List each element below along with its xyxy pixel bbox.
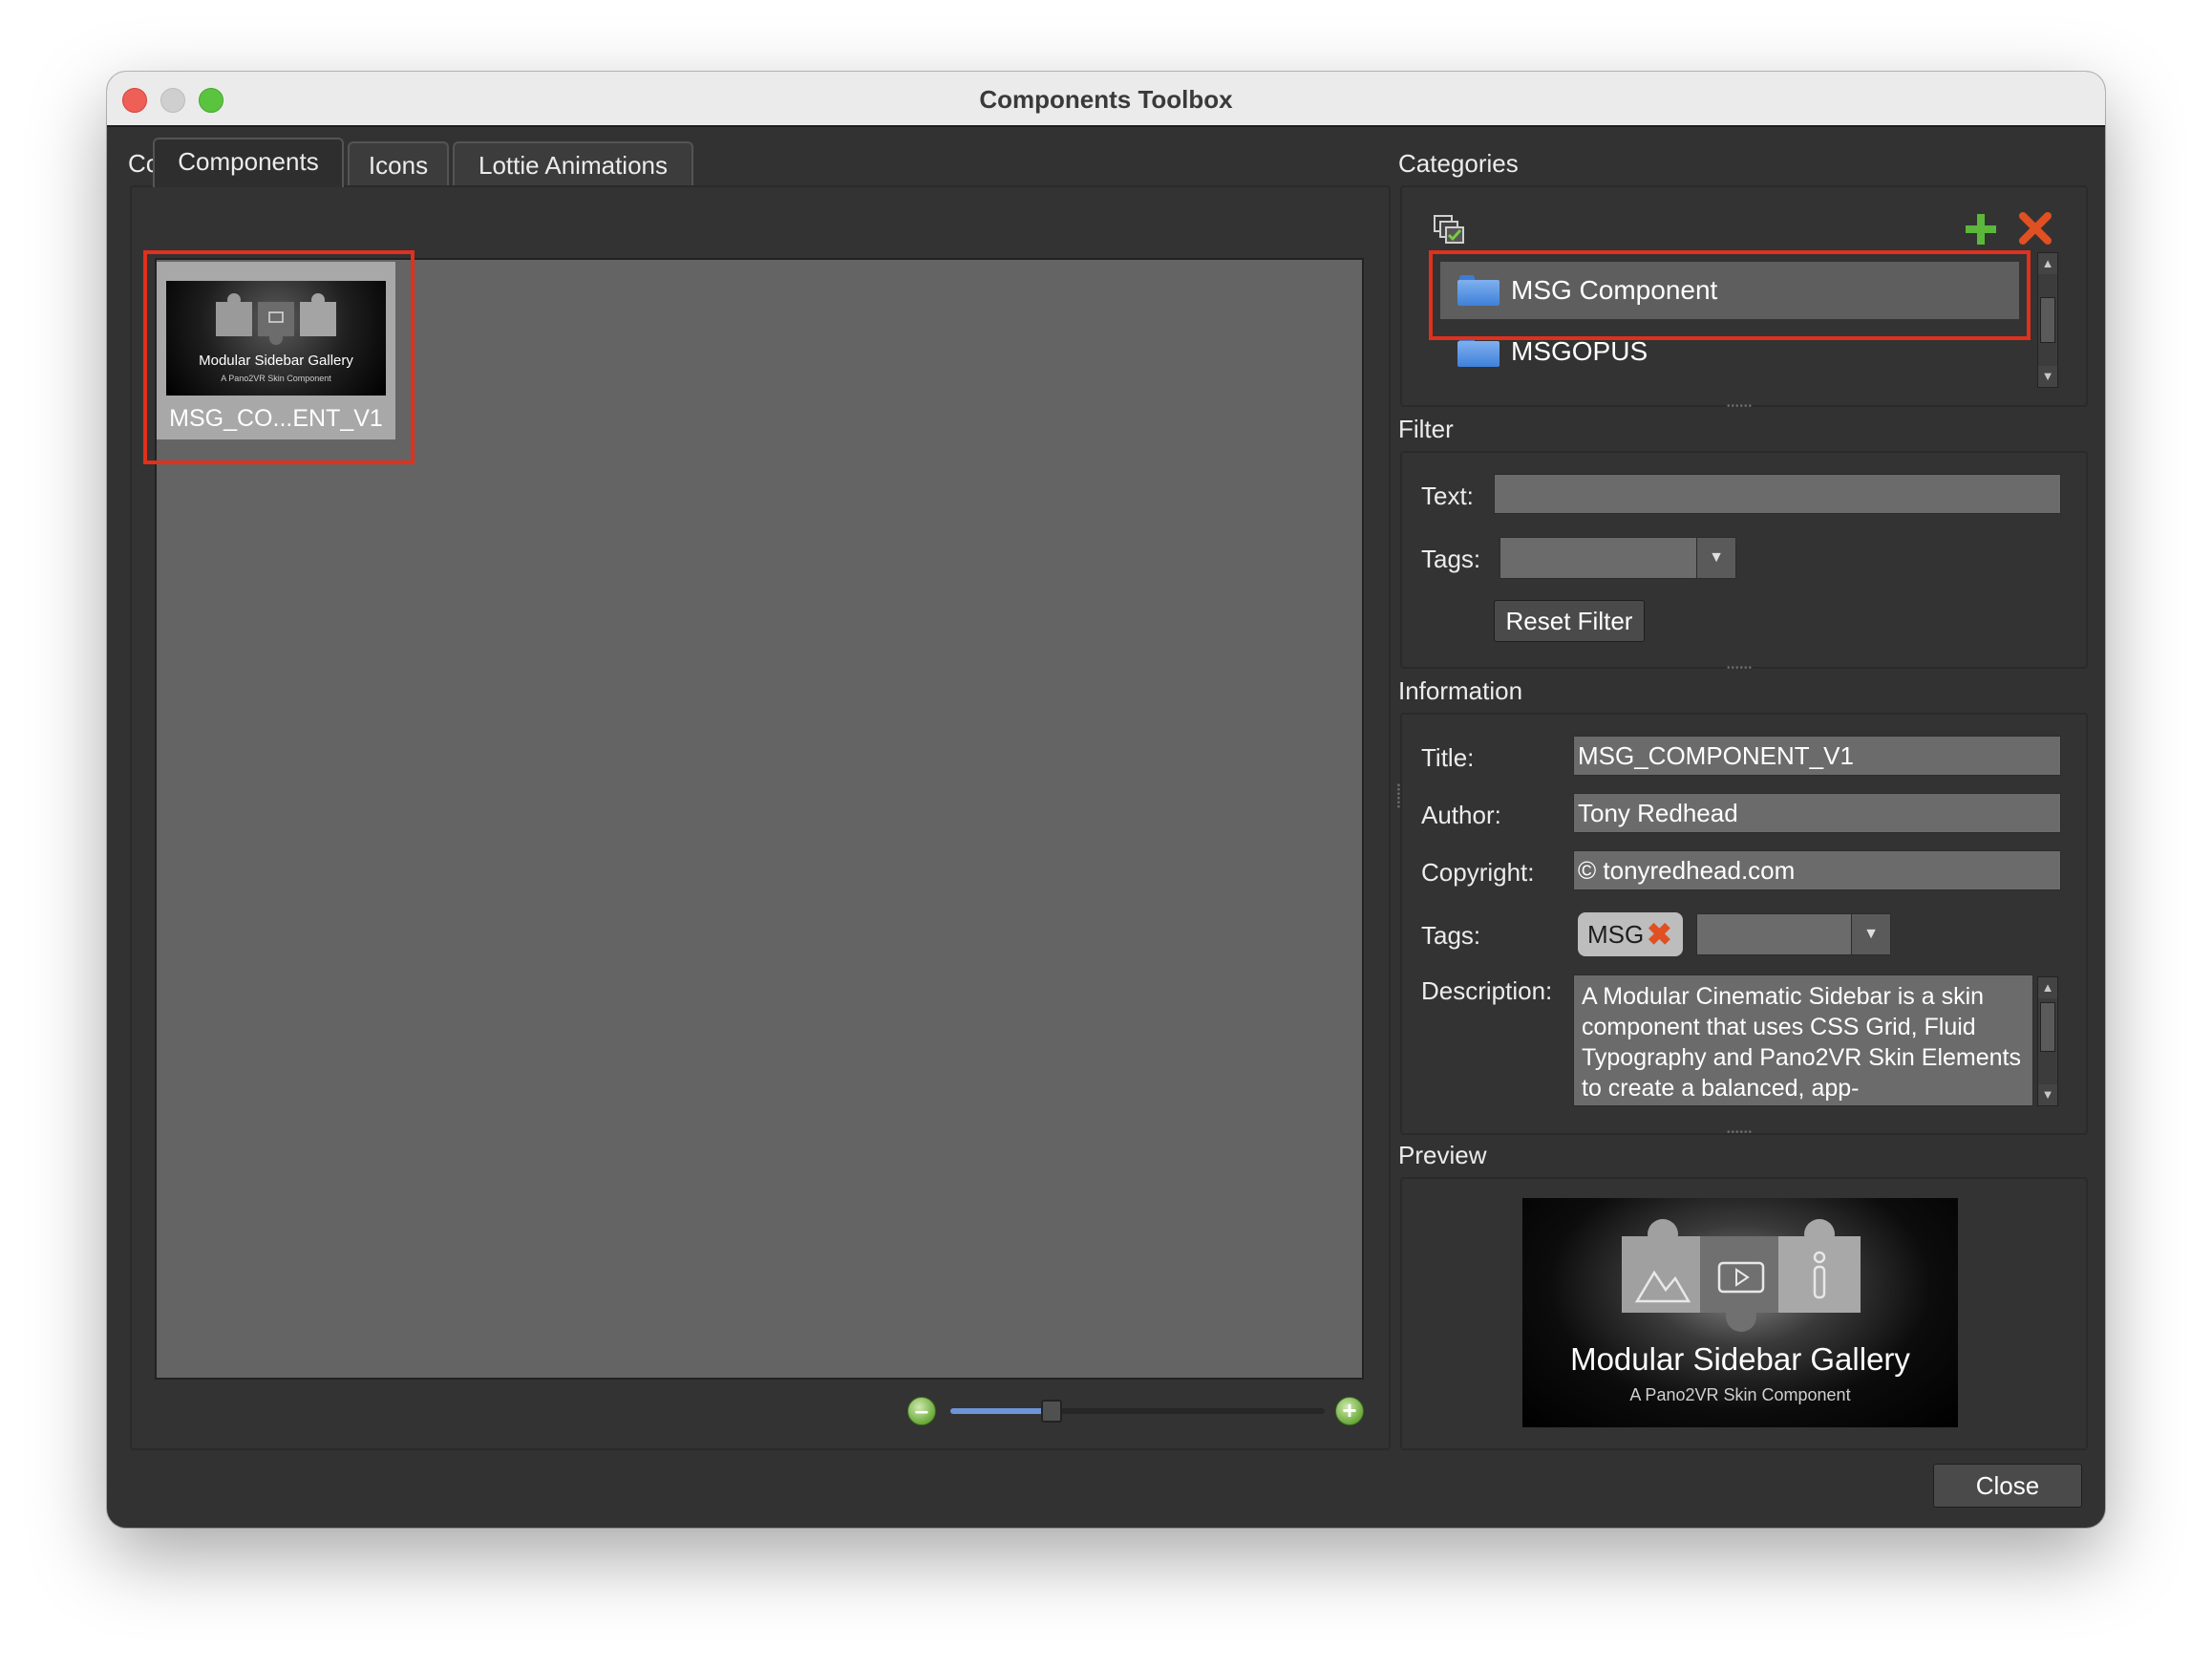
info-tags-label: Tags:: [1421, 921, 1481, 950]
info-description-field[interactable]: A Modular Cinematic Sidebar is a skin co…: [1573, 974, 2033, 1106]
scroll-thumb[interactable]: [2040, 297, 2055, 343]
plus-circle-icon: +: [1342, 1396, 1357, 1424]
thumbnail-size-slider[interactable]: [950, 1408, 1325, 1414]
info-title-label: Title:: [1421, 743, 1475, 772]
filter-tags-dropdown[interactable]: ▼: [1499, 537, 1736, 579]
tab-lottie-animations[interactable]: Lottie Animations: [453, 141, 693, 185]
categories-section-label: Categories: [1398, 149, 1519, 178]
tag-chip-label: MSG: [1587, 920, 1645, 949]
description-scrollbar[interactable]: ▲ ▼: [2037, 976, 2058, 1106]
information-section-label: Information: [1398, 676, 1523, 705]
scroll-up-icon[interactable]: ▲: [2038, 253, 2057, 274]
title-bar: Components Toolbox: [107, 72, 2105, 127]
window-title: Components Toolbox: [979, 85, 1233, 114]
delete-category-icon[interactable]: [2017, 210, 2053, 246]
info-description-label: Description:: [1421, 976, 1553, 1005]
filter-tags-label: Tags:: [1421, 545, 1481, 573]
categories-scrollbar[interactable]: ▲ ▼: [2037, 252, 2058, 388]
zoom-out-button[interactable]: –: [907, 1397, 936, 1425]
info-author-label: Author:: [1421, 801, 1501, 829]
highlight-box-category: [1429, 250, 2031, 340]
select-all-icon[interactable]: [1433, 214, 1465, 245]
preview-subtitle: A Pano2VR Skin Component: [1629, 1385, 1851, 1404]
tab-icons[interactable]: Icons: [348, 141, 449, 185]
close-button[interactable]: Close: [1933, 1464, 2082, 1508]
splitter-handle[interactable]: ••••••: [1727, 401, 1753, 412]
tag-chip-msg: MSG ✖: [1578, 912, 1683, 956]
chevron-down-icon: ▼: [1696, 538, 1735, 578]
slider-handle[interactable]: [1041, 1400, 1062, 1423]
add-category-icon[interactable]: [1964, 212, 1998, 246]
info-author-field[interactable]: Tony Redhead: [1573, 793, 2061, 833]
scroll-up-icon[interactable]: ▲: [2038, 977, 2057, 998]
category-label: MSGOPUS: [1511, 336, 1648, 366]
filter-section-label: Filter: [1398, 415, 1454, 443]
info-tags-dropdown[interactable]: ▼: [1696, 913, 1891, 955]
preview-image: Modular Sidebar Gallery A Pano2VR Skin C…: [1522, 1198, 1958, 1427]
vertical-splitter-handle[interactable]: ••••••: [1393, 783, 1403, 809]
reset-filter-button[interactable]: Reset Filter: [1494, 600, 1645, 642]
remove-tag-icon[interactable]: ✖: [1647, 916, 1672, 953]
zoom-in-button[interactable]: +: [1335, 1397, 1364, 1425]
splitter-handle[interactable]: ••••••: [1727, 663, 1753, 674]
info-title-field[interactable]: MSG_COMPONENT_V1: [1573, 736, 2061, 776]
filter-text-input[interactable]: [1494, 474, 2061, 514]
chevron-down-icon: ▼: [1851, 914, 1890, 954]
splitter-handle[interactable]: ••••••: [1727, 1127, 1753, 1138]
highlight-box-component: [143, 250, 415, 464]
folder-icon: [1457, 336, 1499, 367]
minus-circle-icon: –: [914, 1396, 929, 1424]
scroll-down-icon[interactable]: ▼: [2038, 366, 2057, 387]
preview-section-label: Preview: [1398, 1141, 1487, 1169]
scroll-down-icon[interactable]: ▼: [2038, 1084, 2057, 1105]
info-copyright-label: Copyright:: [1421, 858, 1535, 887]
filter-text-label: Text:: [1421, 482, 1474, 510]
tab-components[interactable]: Components: [153, 138, 344, 187]
puzzle-pieces-icon: [1622, 1219, 1861, 1332]
preview-title: Modular Sidebar Gallery: [1570, 1341, 1910, 1377]
slider-fill: [950, 1408, 1052, 1414]
info-copyright-field[interactable]: © tonyredhead.com: [1573, 850, 2061, 890]
scroll-thumb[interactable]: [2040, 1002, 2055, 1052]
